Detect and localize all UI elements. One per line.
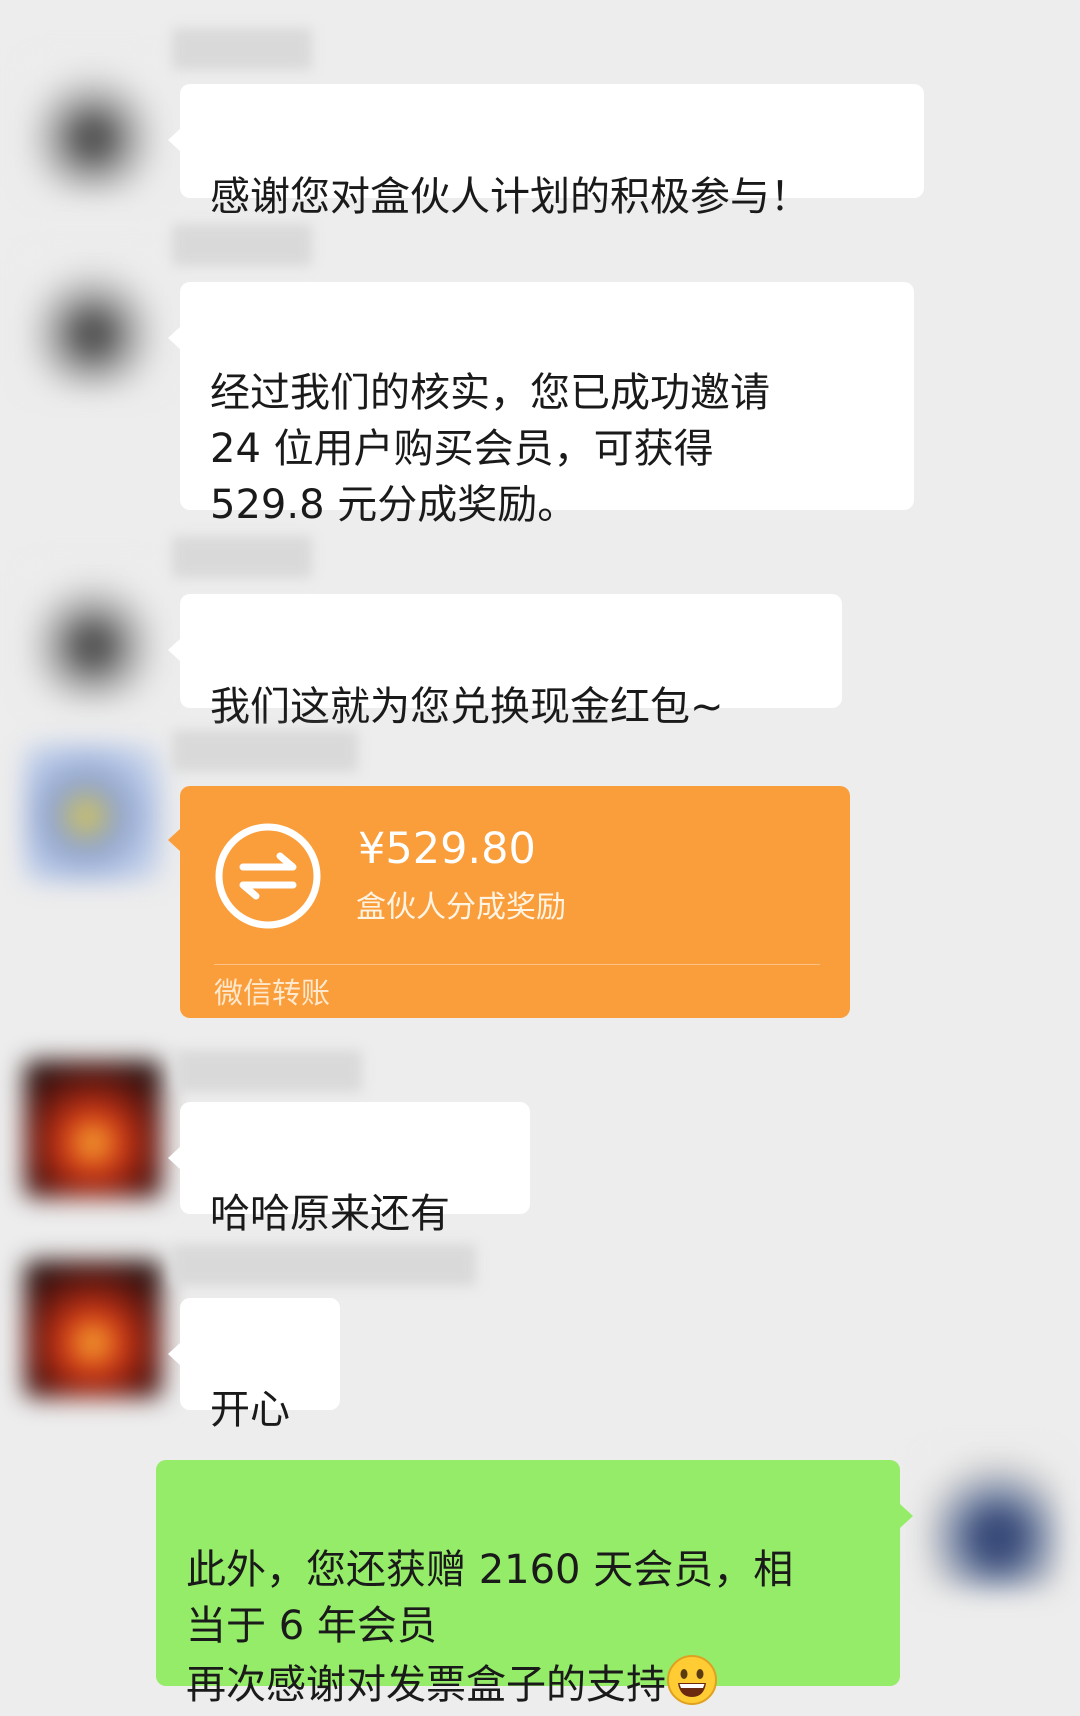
sender-avatar[interactable]: [24, 254, 162, 392]
sender-avatar[interactable]: [24, 1260, 162, 1398]
sender-avatar[interactable]: [24, 58, 162, 196]
wechat-transfer-card[interactable]: ¥529.80 盒伙人分成奖励 微信转账: [168, 786, 850, 1018]
outgoing-message-bubble[interactable]: 此外，您还获赠 2160 天会员，相 当于 6 年会员 再次感谢对发票盒子的支持: [156, 1460, 913, 1708]
sender-avatar[interactable]: [24, 1060, 162, 1198]
sender-avatar[interactable]: [24, 566, 162, 704]
sender-name-redacted: [172, 224, 312, 266]
sender-avatar[interactable]: [24, 744, 162, 882]
sender-name-redacted: [172, 28, 312, 70]
sender-name-redacted: [172, 1244, 476, 1286]
transfer-description: 盒伙人分成奖励: [356, 890, 566, 925]
message-text: 经过我们的核实，您已成功邀请 24 位用户购买会员，可获得 529.8 元分成奖…: [210, 370, 770, 528]
message-text: 开心: [210, 1387, 290, 1433]
message-bubble[interactable]: 我们这就为您兑换现金红包~: [168, 594, 842, 730]
message-text: 我们这就为您兑换现金红包~: [210, 684, 724, 730]
transfer-footer-label: 微信转账: [214, 976, 331, 1010]
sender-name-redacted: [176, 1050, 362, 1092]
message-text: 感谢您对盒伙人计划的积极参与！: [210, 174, 810, 220]
message-bubble[interactable]: 感谢您对盒伙人计划的积极参与！: [168, 84, 924, 220]
message-text: 哈哈原来还有: [210, 1191, 450, 1237]
message-bubble[interactable]: 开心: [168, 1298, 340, 1433]
own-avatar[interactable]: [922, 1452, 1060, 1590]
sender-name-redacted: [172, 536, 312, 578]
grinning-face-icon: [667, 1655, 717, 1705]
message-bubble[interactable]: 哈哈原来还有: [168, 1102, 530, 1237]
transfer-arrows-icon: [215, 823, 321, 929]
sender-name-redacted: [172, 730, 358, 772]
divider: [214, 964, 820, 965]
transfer-amount: ¥529.80: [358, 824, 536, 874]
message-bubble[interactable]: 经过我们的核实，您已成功邀请 24 位用户购买会员，可获得 529.8 元分成奖…: [168, 282, 914, 528]
